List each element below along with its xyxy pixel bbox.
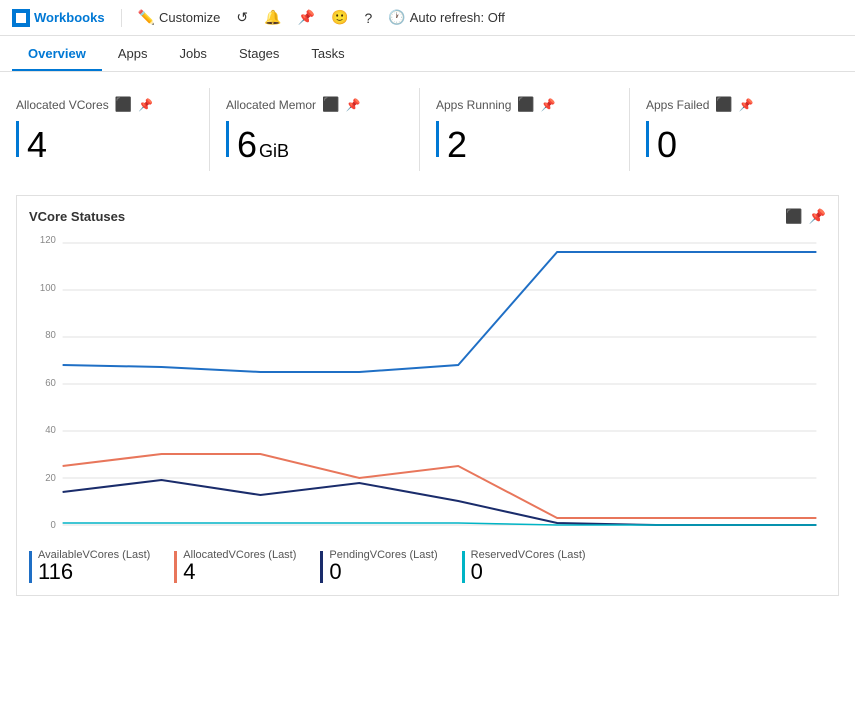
metric-header-apps-failed: Apps Failed ⬛ 📌 — [646, 96, 823, 113]
metric-icon-apps-running[interactable]: ⬛ — [517, 96, 534, 113]
metric-bar-apps-running — [436, 121, 439, 157]
main-content: Allocated VCores ⬛ 📌 4 Allocated Memor ⬛… — [0, 72, 855, 612]
legend-bar-reserved — [462, 551, 465, 583]
metric-pin-apps-failed[interactable]: 📌 — [739, 98, 754, 112]
chart-title: VCore Statuses — [29, 209, 125, 224]
svg-text:20: 20 — [45, 473, 56, 484]
chart-pin-icon[interactable]: 📌 — [809, 208, 826, 225]
metric-apps-running: Apps Running ⬛ 📌 2 — [419, 88, 629, 171]
metric-number-memory: 6 — [237, 127, 257, 163]
svg-text:60: 60 — [45, 378, 56, 389]
legend-label-pending: PendingVCores (Last) — [329, 549, 437, 561]
metric-value-vcores: 4 — [16, 121, 193, 163]
metric-number-apps-failed: 0 — [657, 127, 677, 163]
pin-button[interactable]: 📌 — [298, 9, 315, 26]
customize-label: Customize — [159, 10, 220, 25]
toolbar: Workbooks ✏️ Customize ↺ 🔔 📌 🙂 ? 🕐 Auto … — [0, 0, 855, 36]
tab-jobs[interactable]: Jobs — [163, 36, 222, 71]
metric-label-memory: Allocated Memor — [226, 98, 316, 112]
legend-info-pending: PendingVCores (Last) 0 — [329, 549, 437, 583]
metric-pin-vcores[interactable]: 📌 — [138, 98, 153, 112]
metric-allocated-vcores: Allocated VCores ⬛ 📌 4 — [16, 88, 209, 171]
metric-value-apps-failed: 0 — [646, 121, 823, 163]
svg-text:100: 100 — [40, 283, 57, 294]
refresh-circle-icon: ↺ — [236, 9, 248, 26]
legend-bar-allocated — [174, 551, 177, 583]
legend-available-vcores: AvailableVCores (Last) 116 — [29, 549, 150, 583]
legend-value-reserved: 0 — [471, 561, 586, 583]
bell-button[interactable]: 🔔 — [264, 9, 281, 26]
metric-label-apps-failed: Apps Failed — [646, 98, 709, 112]
metric-unit-memory: GiB — [259, 141, 289, 162]
legend-reserved-vcores: ReservedVCores (Last) 0 — [462, 549, 586, 583]
legend-label-allocated: AllocatedVCores (Last) — [183, 549, 296, 561]
tab-apps[interactable]: Apps — [102, 36, 164, 71]
chart-expand-icon[interactable]: ⬛ — [785, 208, 802, 225]
metric-pin-memory[interactable]: 📌 — [345, 98, 360, 112]
chart-container: 0 20 40 60 80 100 120 11:07 PM 11:08 PM — [29, 233, 826, 533]
chart-svg: 0 20 40 60 80 100 120 11:07 PM 11:08 PM — [29, 233, 826, 533]
metrics-row: Allocated VCores ⬛ 📌 4 Allocated Memor ⬛… — [16, 88, 839, 171]
nav-tabs: Overview Apps Jobs Stages Tasks — [0, 36, 855, 72]
metric-header-vcores: Allocated VCores ⬛ 📌 — [16, 96, 193, 113]
legend-info-available: AvailableVCores (Last) 116 — [38, 549, 150, 583]
legend-value-pending: 0 — [329, 561, 437, 583]
tab-stages[interactable]: Stages — [223, 36, 295, 71]
metric-bar-vcores — [16, 121, 19, 157]
legend-allocated-vcores: AllocatedVCores (Last) 4 — [174, 549, 296, 583]
metric-number-apps-running: 2 — [447, 127, 467, 163]
metric-bar-memory — [226, 121, 229, 157]
svg-text:120: 120 — [40, 235, 57, 246]
metric-label-vcores: Allocated VCores — [16, 98, 109, 112]
svg-text:80: 80 — [45, 330, 56, 341]
auto-refresh-label: Auto refresh: Off — [410, 10, 505, 25]
metric-value-memory: 6 GiB — [226, 121, 403, 163]
help-button[interactable]: ? — [364, 10, 372, 26]
metric-bar-apps-failed — [646, 121, 649, 157]
metric-pin-apps-running[interactable]: 📌 — [541, 98, 556, 112]
chart-header: VCore Statuses ⬛ 📌 — [29, 208, 826, 225]
svg-text:40: 40 — [45, 425, 56, 436]
clock-icon: 🕐 — [388, 9, 405, 26]
chart-legend: AvailableVCores (Last) 116 AllocatedVCor… — [29, 541, 826, 583]
metric-value-apps-running: 2 — [436, 121, 613, 163]
metric-number-vcores: 4 — [27, 127, 47, 163]
metric-icon-memory[interactable]: ⬛ — [322, 96, 339, 113]
legend-bar-pending — [320, 551, 323, 583]
metric-header-memory: Allocated Memor ⬛ 📌 — [226, 96, 403, 113]
metric-label-apps-running: Apps Running — [436, 98, 511, 112]
legend-label-reserved: ReservedVCores (Last) — [471, 549, 586, 561]
metric-apps-failed: Apps Failed ⬛ 📌 0 — [629, 88, 839, 171]
metric-icon-apps-failed[interactable]: ⬛ — [715, 96, 732, 113]
legend-pending-vcores: PendingVCores (Last) 0 — [320, 549, 437, 583]
refresh-circle-button[interactable]: ↺ — [236, 9, 248, 26]
logo-icon — [12, 9, 30, 27]
chart-section: VCore Statuses ⬛ 📌 0 20 40 60 80 100 120 — [16, 195, 839, 596]
metric-header-apps-running: Apps Running ⬛ 📌 — [436, 96, 613, 113]
customize-button[interactable]: ✏️ Customize — [138, 9, 221, 26]
workbooks-label[interactable]: Workbooks — [34, 10, 105, 25]
metric-icon-vcores[interactable]: ⬛ — [115, 96, 132, 113]
auto-refresh-button[interactable]: 🕐 Auto refresh: Off — [388, 9, 505, 26]
metric-allocated-memory: Allocated Memor ⬛ 📌 6 GiB — [209, 88, 419, 171]
toolbar-separator-1 — [121, 9, 122, 27]
emoji-button[interactable]: 🙂 — [331, 9, 348, 26]
tab-overview[interactable]: Overview — [12, 36, 102, 71]
legend-info-allocated: AllocatedVCores (Last) 4 — [183, 549, 296, 583]
bell-icon: 🔔 — [264, 9, 281, 26]
legend-bar-available — [29, 551, 32, 583]
pin-icon: 📌 — [298, 9, 315, 26]
svg-text:0: 0 — [51, 520, 57, 531]
legend-value-available: 116 — [38, 561, 150, 583]
help-icon: ? — [364, 10, 372, 26]
legend-info-reserved: ReservedVCores (Last) 0 — [471, 549, 586, 583]
customize-icon: ✏️ — [138, 9, 155, 26]
workbooks-logo[interactable]: Workbooks — [12, 9, 105, 27]
tab-tasks[interactable]: Tasks — [295, 36, 360, 71]
emoji-icon: 🙂 — [331, 9, 348, 26]
legend-value-allocated: 4 — [183, 561, 296, 583]
chart-actions: ⬛ 📌 — [785, 208, 826, 225]
